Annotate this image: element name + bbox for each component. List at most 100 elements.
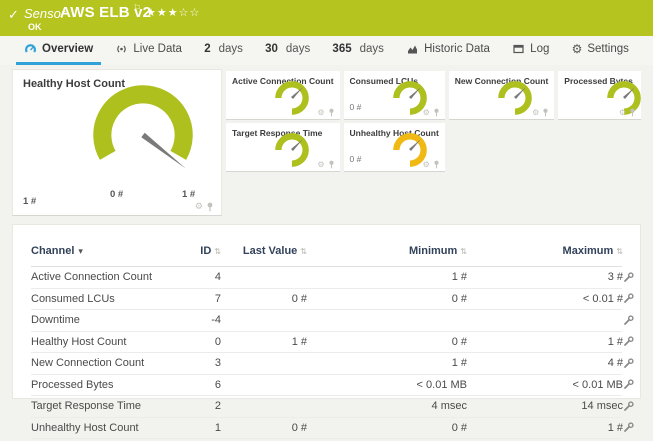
sort-descending-icon: ▾ <box>78 245 83 256</box>
gauge-card-processed-bytes: Processed Bytes ⚙ <box>558 71 642 120</box>
gauge-needle <box>408 139 421 151</box>
gauge-needle <box>623 87 636 99</box>
channel-last-value: 0 # <box>291 421 307 434</box>
tab-historic-data[interactable]: Historic Data <box>398 36 498 65</box>
channel-maximum: 4 # <box>607 357 623 370</box>
tab-365-days[interactable]: 365 days <box>324 36 391 65</box>
gauges-section: Healthy Host Count 0 # 1 # 1 # ⚙ Active … <box>12 69 642 216</box>
channel-id: 4 <box>214 271 221 284</box>
gear-icon[interactable]: ⚙ <box>195 201 203 212</box>
channel-id: 7 <box>214 292 221 305</box>
channel-name: Healthy Host Count <box>31 335 127 348</box>
sensor-header: ✓ Sensor AWS ELB v2 ⚐ ★★★☆☆ OK <box>0 0 653 36</box>
column-header-maximum[interactable]: Maximum ⇅ <box>467 245 623 257</box>
table-row: Target Response Time 2 4 msec 14 msec <box>31 396 634 418</box>
sort-icon: ⇅ <box>214 246 221 256</box>
tab-overview[interactable]: Overview <box>16 36 102 65</box>
tab-log[interactable]: Log <box>504 36 557 65</box>
pin-icon[interactable] <box>542 108 549 117</box>
gauge-icon <box>25 44 36 53</box>
column-label: Maximum <box>562 244 614 257</box>
log-table-icon <box>513 44 524 54</box>
column-header-id[interactable]: ID ⇅ <box>181 245 221 257</box>
channel-maximum: 1 # <box>607 421 623 434</box>
gear-icon[interactable]: ⚙ <box>423 108 430 117</box>
gauge-scale-max: 1 # <box>182 189 196 200</box>
small-gauge-chart <box>275 81 309 115</box>
gauge-current-value: 0 # <box>349 154 362 164</box>
channel-settings-icon[interactable] <box>623 272 634 283</box>
pin-icon[interactable] <box>206 202 214 212</box>
channel-settings-icon[interactable] <box>623 293 634 304</box>
tab-unit: days <box>359 43 384 55</box>
channel-name: Consumed LCUs <box>31 292 115 305</box>
pin-icon[interactable] <box>629 108 636 117</box>
tab-label: Live Data <box>133 43 182 55</box>
gauge-footer-icons: ⚙ <box>619 108 636 117</box>
column-label: ID <box>200 244 212 257</box>
tab-settings[interactable]: ⚙ Settings <box>564 36 637 65</box>
table-row: Healthy Host Count 0 1 # 0 # 1 # <box>31 332 634 353</box>
priority-flag-icon: ⚐ <box>133 3 142 13</box>
gauge-needle <box>291 87 303 99</box>
table-row: Processed Bytes 6 < 0.01 MB < 0.01 MB <box>31 375 634 396</box>
gauge-card-active-connection-count: Active Connection Count ⚙ <box>226 71 340 120</box>
sort-icon: ⇅ <box>460 246 467 256</box>
priority-stars[interactable]: ★★★☆☆ <box>146 6 200 19</box>
gauge-footer-icons: ⚙ <box>317 160 334 169</box>
sort-icon: ⇅ <box>300 246 307 256</box>
gauge-card-healthy-host-count: Healthy Host Count 0 # 1 # 1 # ⚙ <box>12 69 222 216</box>
channel-settings-icon[interactable] <box>623 422 634 433</box>
channel-minimum: 0 # <box>451 292 467 305</box>
tab-live-data[interactable]: Live Data <box>107 36 190 65</box>
channel-maximum: 14 msec <box>581 400 623 413</box>
pin-icon[interactable] <box>433 108 440 117</box>
column-header-minimum[interactable]: Minimum ⇅ <box>307 245 467 257</box>
gauge-footer-icons: ⚙ <box>195 201 214 212</box>
gear-icon[interactable]: ⚙ <box>423 160 430 169</box>
channel-id: 0 <box>214 335 221 348</box>
channel-settings-icon[interactable] <box>623 379 634 390</box>
channel-id: 2 <box>214 400 221 413</box>
channel-id: -4 <box>211 314 221 327</box>
channel-minimum: 0 # <box>451 421 467 434</box>
table-row: New Connection Count 3 1 # 4 # <box>31 353 634 375</box>
gauge-current-value: 0 # <box>349 102 362 112</box>
channel-settings-icon[interactable] <box>623 315 634 326</box>
gauge-needle <box>408 87 421 99</box>
channel-minimum: < 0.01 MB <box>416 378 467 391</box>
sensor-status-badge: OK <box>28 22 42 32</box>
column-label: Last Value <box>242 244 298 257</box>
gear-icon[interactable]: ⚙ <box>317 160 324 169</box>
tab-30-days[interactable]: 30 days <box>257 36 318 65</box>
channel-maximum: < 0.01 # <box>582 292 623 305</box>
gear-icon[interactable]: ⚙ <box>532 108 539 117</box>
channel-maximum: 1 # <box>607 335 623 348</box>
tab-label: Historic Data <box>424 43 490 55</box>
main-gauge-chart <box>93 85 193 169</box>
tab-label: Log <box>530 43 550 55</box>
column-header-channel[interactable]: Channel ▾ <box>31 245 181 257</box>
gear-icon: ⚙ <box>571 42 583 56</box>
column-header-last-value[interactable]: Last Value ⇅ <box>221 245 307 257</box>
overview-panel: Healthy Host Count 0 # 1 # 1 # ⚙ Active … <box>0 65 653 439</box>
pin-icon[interactable] <box>328 108 335 117</box>
channel-settings-icon[interactable] <box>623 336 634 347</box>
channel-table: Channel ▾ ID ⇅ Last Value ⇅ Minimum ⇅ Maximu… <box>12 224 641 439</box>
tab-2-days[interactable]: 2 days <box>196 36 251 65</box>
table-row: Consumed LCUs 7 0 # 0 # < 0.01 # <box>31 289 634 310</box>
pin-icon[interactable] <box>328 160 335 169</box>
gear-icon[interactable]: ⚙ <box>619 108 626 117</box>
channel-id: 6 <box>214 378 221 391</box>
gear-icon[interactable]: ⚙ <box>317 108 324 117</box>
pin-icon[interactable] <box>433 160 440 169</box>
channel-name: Active Connection Count <box>31 271 153 284</box>
small-gauges-grid: Active Connection Count ⚙ Consumed LCUs <box>226 69 642 216</box>
empty-grid-cell <box>449 123 555 172</box>
channel-name: Target Response Time <box>31 400 142 413</box>
tab-number: 2 <box>204 43 211 55</box>
gauge-card-target-response-time: Target Response Time ⚙ <box>226 123 340 172</box>
channel-settings-icon[interactable] <box>623 401 634 412</box>
gauge-needle <box>291 139 303 151</box>
channel-settings-icon[interactable] <box>623 358 634 369</box>
